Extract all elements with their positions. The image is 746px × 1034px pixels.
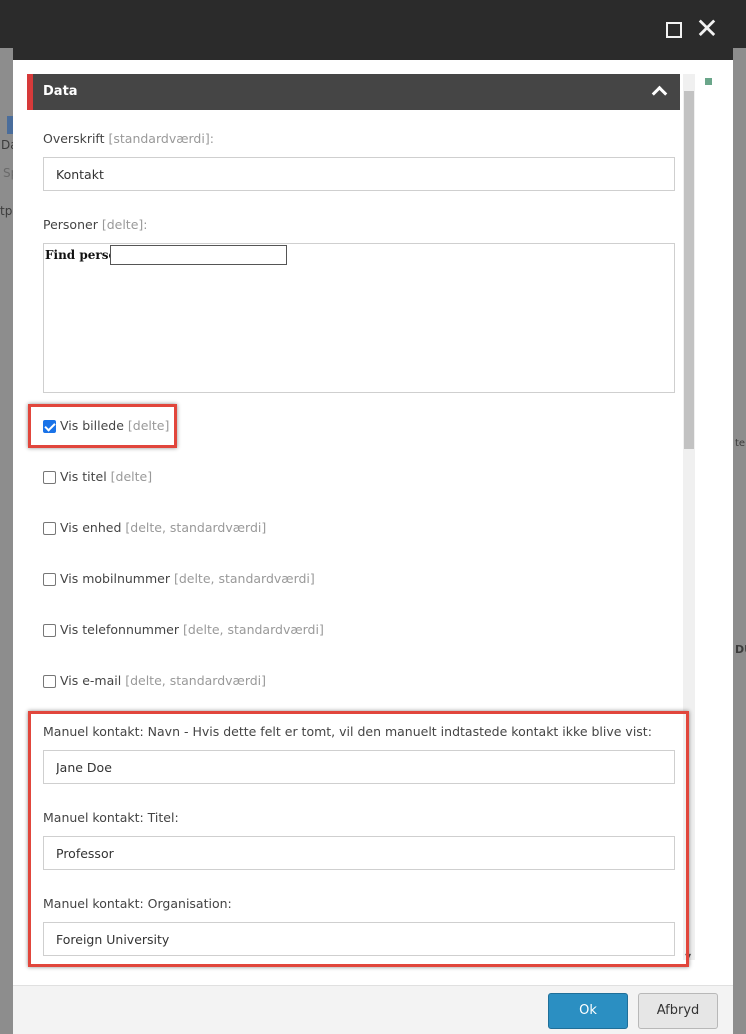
checkbox-unchecked[interactable] bbox=[43, 471, 56, 484]
ok-button[interactable]: Ok bbox=[548, 993, 628, 1029]
checkbox-unchecked[interactable] bbox=[43, 675, 56, 688]
background-text: te bbox=[735, 438, 746, 449]
manual-title-label: Manuel kontakt: Titel: bbox=[43, 810, 179, 825]
person-picker-frame: Find person bbox=[43, 243, 675, 393]
manual-title-input[interactable] bbox=[43, 836, 675, 870]
manual-name-input[interactable] bbox=[43, 750, 675, 784]
checkbox-unchecked[interactable] bbox=[43, 522, 56, 535]
heading-field-label: Overskrift [standardværdi]: bbox=[43, 131, 214, 146]
heading-input[interactable] bbox=[43, 157, 675, 191]
checkbox-unchecked[interactable] bbox=[43, 573, 56, 586]
dialog-header: ✕ bbox=[13, 0, 733, 60]
checkbox-hint: [delte, standardværdi] bbox=[125, 673, 267, 688]
manual-org-label: Manuel kontakt: Organisation: bbox=[43, 896, 232, 911]
checkbox-hint: [delte, standardværdi] bbox=[173, 571, 315, 586]
checkbox-checked[interactable] bbox=[43, 420, 56, 433]
checkbox-label: Vis billede bbox=[60, 418, 124, 433]
section-title: Data bbox=[43, 84, 78, 99]
manual-name-label: Manuel kontakt: Navn - Hvis dette felt e… bbox=[43, 724, 652, 739]
checkbox-label: Vis telefonnummer bbox=[60, 622, 179, 637]
cancel-button[interactable]: Afbryd bbox=[638, 993, 718, 1029]
scrollbar-thumb[interactable] bbox=[684, 91, 694, 449]
modal-dialog: ✕ ▼ Data Overskrift [standardværdi]: Per… bbox=[13, 0, 733, 1034]
checkbox-hint: [delte, standardværdi] bbox=[182, 622, 324, 637]
dialog-footer: Ok Afbryd bbox=[13, 985, 733, 1034]
checkbox-label: Vis e-mail bbox=[60, 673, 122, 688]
checkbox-label: Vis titel bbox=[60, 469, 107, 484]
checkbox-label: Vis enhed bbox=[60, 520, 122, 535]
section-header-data[interactable]: Data bbox=[27, 74, 680, 110]
checkbox-hint: [delte] bbox=[110, 469, 153, 484]
manual-org-input[interactable] bbox=[43, 922, 675, 956]
persons-field-label: Personer [delte]: bbox=[43, 217, 148, 232]
background-text: DU bbox=[735, 643, 746, 656]
chevron-up-icon[interactable] bbox=[648, 81, 668, 101]
maximize-icon[interactable] bbox=[663, 18, 687, 42]
checkbox-label: Vis mobilnummer bbox=[60, 571, 170, 586]
status-indicator bbox=[705, 78, 712, 85]
close-icon[interactable]: ✕ bbox=[695, 15, 719, 43]
find-person-input[interactable] bbox=[110, 245, 287, 265]
checkbox-unchecked[interactable] bbox=[43, 624, 56, 637]
checkbox-hint: [delte] bbox=[127, 418, 170, 433]
checkbox-hint: [delte, standardværdi] bbox=[125, 520, 267, 535]
background-text: tp bbox=[0, 204, 13, 218]
